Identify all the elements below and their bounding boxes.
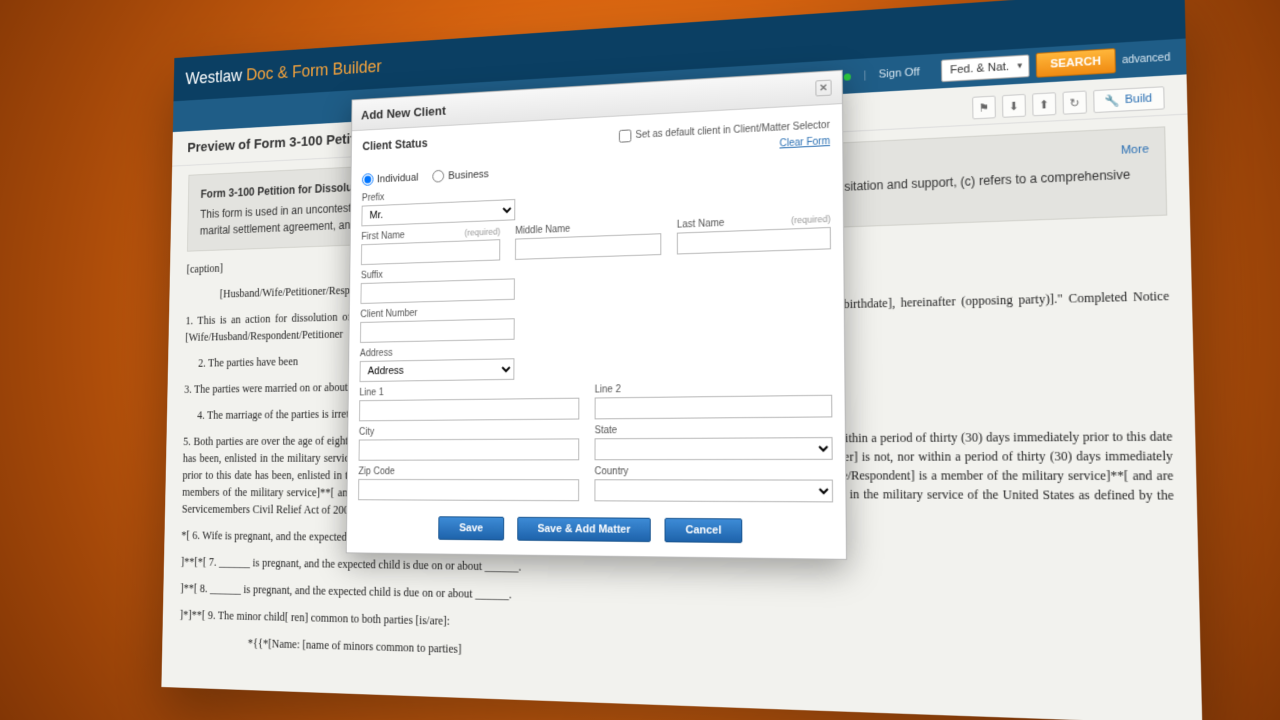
last-name-input[interactable] <box>677 227 831 255</box>
cancel-button[interactable]: Cancel <box>665 518 743 543</box>
modal-title: Add New Client <box>361 103 446 122</box>
suffix-input[interactable] <box>360 278 514 304</box>
first-name-input[interactable] <box>361 239 500 265</box>
country-select[interactable] <box>594 479 833 502</box>
zip-input[interactable] <box>358 479 579 501</box>
app-window: Westlaw Doc & Form Builder CES| Client/M… <box>161 0 1202 720</box>
city-label: City <box>359 425 579 437</box>
line2-label: Line 2 <box>595 381 833 395</box>
modal-overlay: Add New Client ✕ Client Status Set as de… <box>161 0 1202 720</box>
middle-name-input[interactable] <box>515 233 661 260</box>
radio-individual[interactable]: Individual <box>362 171 419 186</box>
clear-form-link[interactable]: Clear Form <box>779 136 830 150</box>
add-client-modal: Add New Client ✕ Client Status Set as de… <box>346 70 847 560</box>
save-button[interactable]: Save <box>438 516 505 540</box>
client-number-input[interactable] <box>360 318 515 343</box>
line2-input[interactable] <box>595 395 833 420</box>
city-input[interactable] <box>359 438 580 460</box>
zip-label: Zip Code <box>358 466 579 477</box>
line1-label: Line 1 <box>359 385 579 399</box>
client-status-heading: Client Status <box>362 136 427 153</box>
state-label: State <box>595 424 833 437</box>
prefix-select[interactable]: Mr. <box>361 199 515 226</box>
default-client-input[interactable] <box>619 129 631 142</box>
line1-input[interactable] <box>359 398 579 422</box>
address-label: Address <box>360 346 515 360</box>
country-label: Country <box>594 466 832 477</box>
radio-business[interactable]: Business <box>433 168 489 183</box>
close-icon[interactable]: ✕ <box>815 80 831 97</box>
save-add-matter-button[interactable]: Save & Add Matter <box>518 517 651 542</box>
state-select[interactable] <box>595 437 833 460</box>
address-type-select[interactable]: Address <box>360 358 515 382</box>
